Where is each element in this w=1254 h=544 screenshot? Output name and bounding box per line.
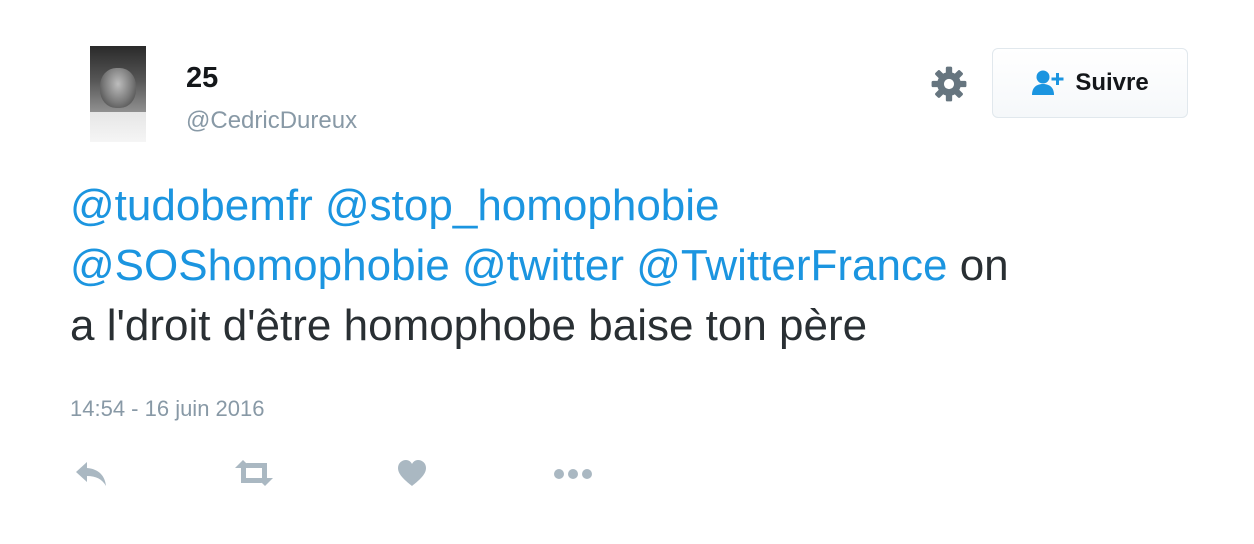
heart-icon[interactable] xyxy=(396,458,428,488)
avatar-face xyxy=(100,68,136,108)
follow-button[interactable]: Suivre xyxy=(992,48,1188,118)
mention-link[interactable]: @stop_homophobie xyxy=(325,181,720,230)
more-icon[interactable] xyxy=(552,458,594,488)
user-handle[interactable]: @CedricDureux xyxy=(186,107,357,135)
mention-link[interactable]: @SOShomophobie xyxy=(70,241,450,290)
retweet-icon[interactable] xyxy=(232,458,276,488)
user-name[interactable]: 25 xyxy=(186,62,218,95)
reply-icon[interactable] xyxy=(74,458,108,488)
tweet-card: 25 @CedricDureux Suivre @tudobemfr @stop… xyxy=(0,0,1254,544)
tweet-text-segment: a l'droit d'être homophobe baise ton pèr… xyxy=(70,301,868,350)
mention-link[interactable]: @TwitterFrance xyxy=(636,241,947,290)
avatar-shirt xyxy=(90,112,146,142)
tweet-text-segment: on xyxy=(959,241,1009,290)
mention-link[interactable]: @tudobemfr xyxy=(70,181,313,230)
person-plus-icon xyxy=(1032,70,1064,95)
avatar[interactable] xyxy=(90,46,146,142)
follow-button-label: Suivre xyxy=(1075,69,1149,96)
tweet-timestamp[interactable]: 14:54 - 16 juin 2016 xyxy=(70,396,265,422)
mention-link[interactable]: @twitter xyxy=(462,241,624,290)
gear-icon[interactable] xyxy=(930,65,968,103)
tweet-text: @tudobemfr @stop_homophobie @SOShomophob… xyxy=(70,176,1180,356)
